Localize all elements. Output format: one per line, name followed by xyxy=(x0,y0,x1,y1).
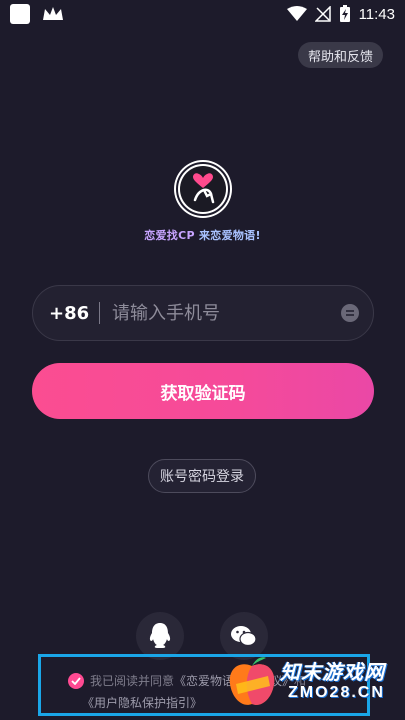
battery-charging-icon xyxy=(339,5,350,22)
qq-login-button[interactable] xyxy=(136,612,184,660)
slogan: 恋爱找CP 来恋爱物语! xyxy=(0,227,405,243)
wechat-icon xyxy=(231,626,257,647)
agreement-prefix: 我已阅读并同意 xyxy=(90,674,175,688)
clock: 11:43 xyxy=(358,5,395,23)
divider xyxy=(99,302,100,324)
phone-field[interactable]: +86 xyxy=(32,285,374,341)
get-code-button[interactable]: 获取验证码 xyxy=(32,363,374,419)
app-logo xyxy=(176,162,230,216)
crown-icon xyxy=(43,7,63,20)
wifi-icon xyxy=(286,6,307,21)
phone-input[interactable] xyxy=(112,302,341,324)
country-code[interactable]: +86 xyxy=(49,303,97,324)
privacy-link[interactable]: 《用户隐私保护指引》 xyxy=(82,696,202,710)
password-login-button[interactable]: 账号密码登录 xyxy=(148,459,256,493)
app-square-icon xyxy=(10,4,30,24)
help-feedback-button[interactable]: 帮助和反馈 xyxy=(297,42,383,68)
watermark-logo xyxy=(229,657,275,705)
no-signal-icon xyxy=(314,6,331,22)
heart-hand-icon xyxy=(193,173,215,204)
watermark-title: 知末游戏网 xyxy=(280,660,385,684)
slogan-part1: 恋爱找CP xyxy=(144,229,199,242)
watermark: 知末游戏网 ZMO28.CN xyxy=(229,652,404,718)
status-bar: 11:43 xyxy=(0,0,405,28)
slogan-part2: 来恋爱物语! xyxy=(198,229,261,242)
qq-icon xyxy=(149,623,171,648)
clear-icon[interactable] xyxy=(341,304,359,322)
watermark-domain: ZMO28.CN xyxy=(288,684,385,701)
